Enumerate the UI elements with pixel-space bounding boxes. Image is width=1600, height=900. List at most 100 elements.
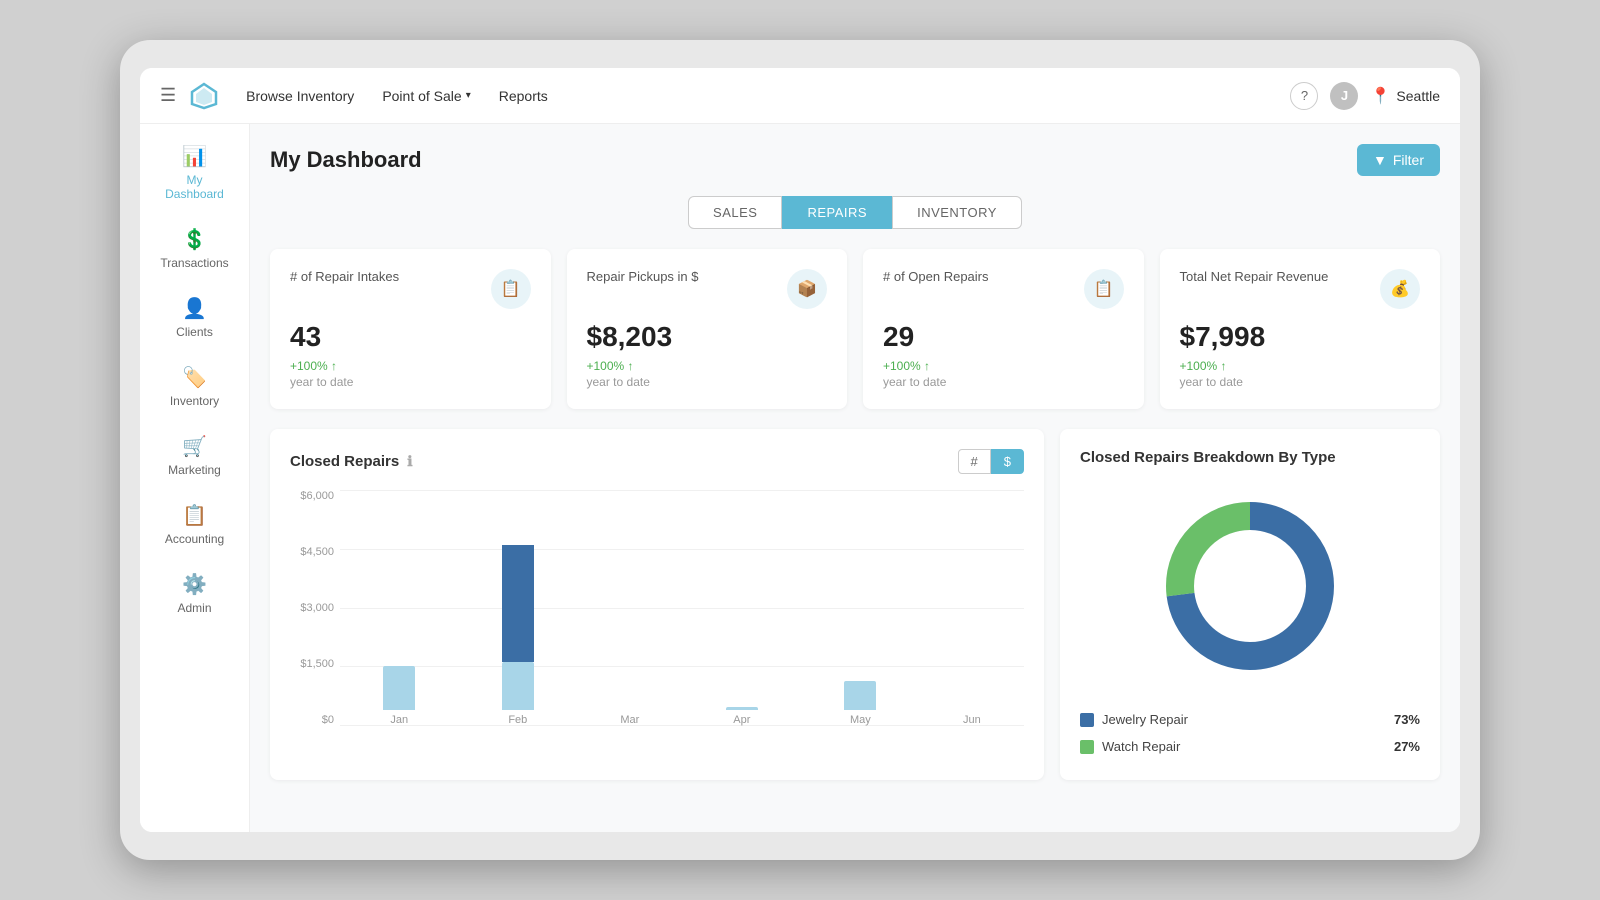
nav-links: Browse Inventory Point of Sale ▾ Reports	[236, 82, 1290, 110]
donut-chart-card: Closed Repairs Breakdown By Type Jewelry…	[1060, 429, 1440, 780]
donut-svg	[1150, 486, 1350, 686]
sidebar-label-accounting: Accounting	[165, 532, 224, 546]
stat-icon-1: 📦	[787, 269, 827, 309]
logo-icon	[188, 80, 220, 112]
filter-button[interactable]: ▼ Filter	[1357, 144, 1440, 176]
marketing-icon: 🛒	[182, 434, 207, 459]
tab-sales[interactable]: SALES	[688, 196, 782, 229]
help-button[interactable]: ?	[1290, 82, 1318, 110]
stat-icon-0: 📋	[491, 269, 531, 309]
nav-right: ? J 📍 Seattle	[1290, 82, 1440, 110]
stat-value-3: $7,998	[1180, 321, 1421, 353]
legend: Jewelry Repair 73% Watch Repair 27%	[1080, 706, 1420, 760]
bar-x-label: Jun	[963, 714, 981, 726]
chart-toggle: # $	[958, 449, 1024, 474]
legend-item: Jewelry Repair 73%	[1080, 706, 1420, 733]
nav-point-of-sale[interactable]: Point of Sale ▾	[372, 82, 480, 110]
stat-label-0: # of Repair Intakes	[290, 269, 399, 284]
sidebar-item-admin[interactable]: ⚙️ Admin	[150, 560, 240, 627]
location-pin-icon: 📍	[1370, 86, 1390, 106]
my-dashboard-icon: 📊	[182, 144, 207, 169]
donut-container	[1080, 486, 1420, 686]
sidebar-item-my-dashboard[interactable]: 📊 My Dashboard	[150, 132, 240, 213]
stat-cards: # of Repair Intakes 📋 43 +100% ↑ year to…	[270, 249, 1440, 409]
legend-label: Jewelry Repair	[1102, 712, 1188, 727]
bar-chart: $0$1,500$3,000$4,500$6,000 Jan Feb	[290, 490, 1024, 750]
transactions-icon: 💲	[182, 227, 207, 252]
legend-label: Watch Repair	[1102, 739, 1180, 754]
legend-left: Watch Repair	[1080, 739, 1180, 754]
bar-light	[844, 681, 876, 710]
legend-percentage: 73%	[1394, 712, 1420, 727]
bar-group: Mar	[620, 706, 639, 726]
stat-icon-3: 💰	[1380, 269, 1420, 309]
bar-stack	[383, 666, 415, 710]
tab-repairs[interactable]: REPAIRS	[782, 196, 892, 229]
sidebar-item-clients[interactable]: 👤 Clients	[150, 284, 240, 351]
legend-item: Watch Repair 27%	[1080, 733, 1420, 760]
tab-inventory[interactable]: INVENTORY	[892, 196, 1022, 229]
stat-period-1: year to date	[587, 375, 828, 389]
bar-stack	[502, 545, 534, 710]
bar-dark	[502, 545, 534, 662]
stat-card-header-0: # of Repair Intakes 📋	[290, 269, 531, 309]
stat-change-0: +100% ↑	[290, 359, 531, 373]
sidebar-item-marketing[interactable]: 🛒 Marketing	[150, 422, 240, 489]
page-title: My Dashboard	[270, 147, 422, 173]
bar-stack	[844, 681, 876, 710]
stat-period-0: year to date	[290, 375, 531, 389]
nav-browse-inventory[interactable]: Browse Inventory	[236, 82, 364, 110]
user-avatar[interactable]: J	[1330, 82, 1358, 110]
bar-light	[726, 707, 758, 710]
bar-group: May	[844, 681, 876, 726]
bar-chart-title: Closed Repairs ℹ	[290, 453, 413, 470]
accounting-icon: 📋	[182, 503, 207, 528]
bar-light	[502, 662, 534, 710]
stat-value-2: 29	[883, 321, 1124, 353]
bar-group: Feb	[502, 545, 534, 726]
location-selector[interactable]: 📍 Seattle	[1370, 86, 1440, 106]
main-layout: 📊 My Dashboard 💲 Transactions 👤 Clients …	[140, 124, 1460, 832]
content-header: My Dashboard ▼ Filter	[270, 144, 1440, 176]
bar-group: Jan	[383, 666, 415, 726]
sidebar-item-transactions[interactable]: 💲 Transactions	[150, 215, 240, 282]
sidebar-label-marketing: Marketing	[168, 463, 221, 477]
stat-card-header-1: Repair Pickups in $ 📦	[587, 269, 828, 309]
stat-card-3: Total Net Repair Revenue 💰 $7,998 +100% …	[1160, 249, 1441, 409]
sidebar-item-accounting[interactable]: 📋 Accounting	[150, 491, 240, 558]
stat-icon-2: 📋	[1084, 269, 1124, 309]
bar-x-label: Mar	[620, 714, 639, 726]
chart-toggle-dollar[interactable]: $	[991, 449, 1024, 474]
filter-icon: ▼	[1373, 152, 1387, 168]
y-axis-label: $6,000	[290, 490, 338, 502]
bar-x-label: Apr	[733, 714, 750, 726]
stat-period-2: year to date	[883, 375, 1124, 389]
sidebar-item-inventory[interactable]: 🏷️ Inventory	[150, 353, 240, 420]
bar-stack	[726, 707, 758, 710]
charts-row: Closed Repairs ℹ # $ $0$1,500$3,000$4,50…	[270, 429, 1440, 780]
stat-label-3: Total Net Repair Revenue	[1180, 269, 1329, 284]
hamburger-icon[interactable]: ☰	[160, 85, 176, 106]
main-content: My Dashboard ▼ Filter SALESREPAIRSINVENT…	[250, 124, 1460, 832]
bars-container: Jan Feb Mar Apr	[340, 490, 1024, 750]
bar-chart-header: Closed Repairs ℹ # $	[290, 449, 1024, 474]
point-of-sale-dropdown-icon: ▾	[466, 90, 471, 101]
donut-chart-header: Closed Repairs Breakdown By Type	[1080, 449, 1420, 466]
chart-toggle-hash[interactable]: #	[958, 449, 991, 474]
sidebar-label-transactions: Transactions	[160, 256, 228, 270]
stat-card-header-3: Total Net Repair Revenue 💰	[1180, 269, 1421, 309]
legend-percentage: 27%	[1394, 739, 1420, 754]
info-icon[interactable]: ℹ	[407, 453, 412, 470]
stat-card-2: # of Open Repairs 📋 29 +100% ↑ year to d…	[863, 249, 1144, 409]
sidebar-label-clients: Clients	[176, 325, 213, 339]
stat-change-1: +100% ↑	[587, 359, 828, 373]
sidebar-label-inventory: Inventory	[170, 394, 219, 408]
stat-card-0: # of Repair Intakes 📋 43 +100% ↑ year to…	[270, 249, 551, 409]
sidebar: 📊 My Dashboard 💲 Transactions 👤 Clients …	[140, 124, 250, 832]
stat-value-0: 43	[290, 321, 531, 353]
clients-icon: 👤	[182, 296, 207, 321]
nav-reports[interactable]: Reports	[489, 82, 558, 110]
bar-chart-area: $0$1,500$3,000$4,500$6,000 Jan Feb	[290, 490, 1024, 750]
bar-light	[383, 666, 415, 710]
stat-value-1: $8,203	[587, 321, 828, 353]
